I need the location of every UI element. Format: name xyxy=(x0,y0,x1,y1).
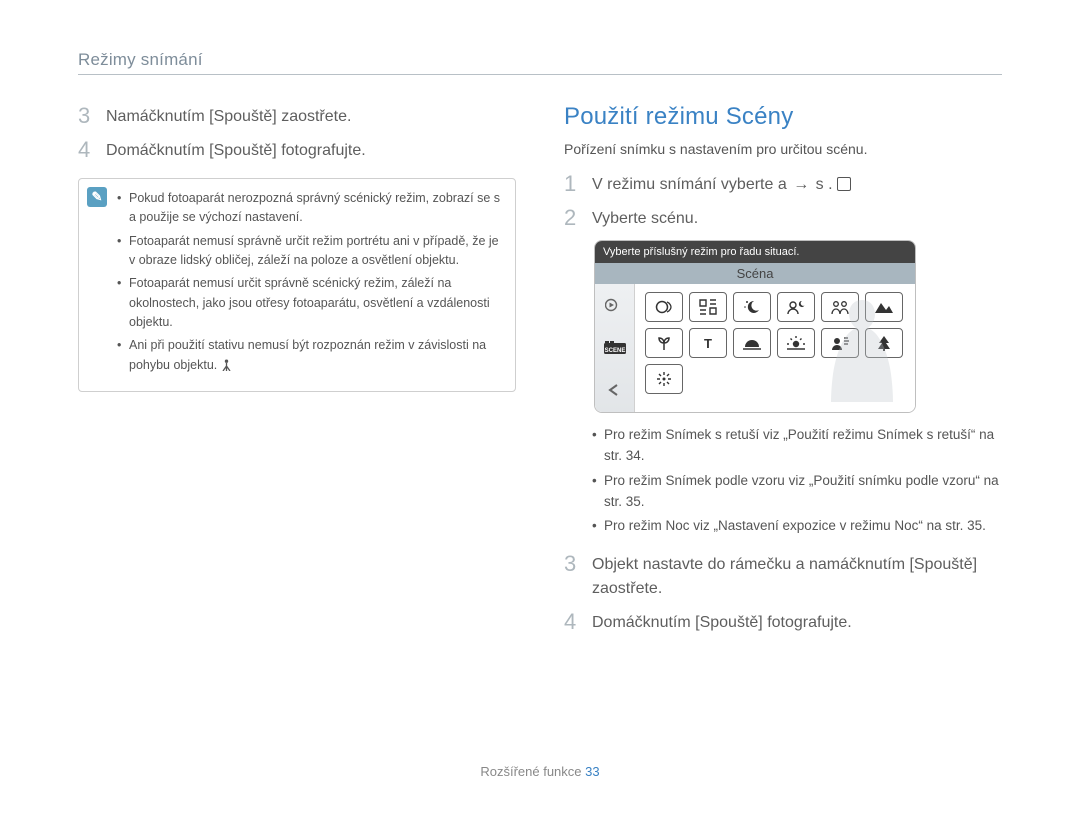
step-2-right: 2 Vyberte scénu. xyxy=(564,205,1002,231)
camera-play-icon[interactable] xyxy=(602,294,628,316)
step-text: Vyberte scénu. xyxy=(592,205,1002,231)
scene-text-icon[interactable]: T xyxy=(689,328,727,358)
svg-text:T: T xyxy=(704,336,712,351)
step-number: 1 xyxy=(564,171,582,197)
camera-scene-mode-icon[interactable]: SCENE xyxy=(602,337,628,359)
step-text: V režimu snímání vyberte a → s . xyxy=(592,171,1002,197)
step-text: Domáčknutím [Spouště] fotografujte. xyxy=(592,609,1002,635)
scene-night-portrait-icon[interactable] xyxy=(777,292,815,322)
camera-icon-grid: T xyxy=(635,284,915,412)
step-number: 3 xyxy=(78,103,96,129)
step-text: Domáčknutím [Spouště] fotografujte. xyxy=(106,137,516,163)
note-item: Ani při použití stativu nemusí být rozpo… xyxy=(119,336,503,377)
left-column: 3 Namáčknutím [Spouště] zaostřete. 4 Dom… xyxy=(78,103,516,644)
camera-tip-bar: Vyberte příslušný režim pro řadu situací… xyxy=(595,241,915,263)
scene-macro-icon[interactable] xyxy=(645,328,683,358)
section-subtitle: Pořízení snímku s nastavením pro určitou… xyxy=(564,141,1002,157)
tip-list: Pro režim Snímek s retuší viz „Použití r… xyxy=(594,425,1002,538)
scene-beauty-icon[interactable] xyxy=(645,292,683,322)
note-item: Fotoaparát nemusí určit správně scénický… xyxy=(119,274,503,332)
scene-dawn-icon[interactable] xyxy=(777,328,815,358)
scene-landscape-icon[interactable] xyxy=(865,292,903,322)
scene-sunset-icon[interactable] xyxy=(733,328,771,358)
scene-night-icon[interactable] xyxy=(733,292,771,322)
page-footer: Rozšířené funkce 33 xyxy=(0,764,1080,779)
footer-label: Rozšířené funkce xyxy=(480,764,581,779)
step-3-right: 3 Objekt nastavte do rámečku a namáčknut… xyxy=(564,551,1002,601)
step-3-left: 3 Namáčknutím [Spouště] zaostřete. xyxy=(78,103,516,129)
right-column: Použití režimu Scény Pořízení snímku s n… xyxy=(564,103,1002,644)
mode-square-icon xyxy=(837,177,851,191)
step-text: Namáčknutím [Spouště] zaostřete. xyxy=(106,103,516,129)
step-number: 4 xyxy=(564,609,582,635)
tip-item: Pro režim Noc viz „Nastavení expozice v … xyxy=(594,516,1002,537)
svg-text:SCENE: SCENE xyxy=(604,348,625,354)
camera-back-icon[interactable] xyxy=(602,379,628,401)
breadcrumb: Režimy snímání xyxy=(78,50,1002,70)
scene-guide-icon[interactable] xyxy=(689,292,727,322)
scene-children-icon[interactable] xyxy=(821,292,859,322)
step-1-right: 1 V režimu snímání vyberte a → s . xyxy=(564,171,1002,197)
footer-page-number: 33 xyxy=(585,764,599,779)
note-item: Fotoaparát nemusí správně určit režim po… xyxy=(119,232,503,271)
scene-fireworks-icon[interactable] xyxy=(645,364,683,394)
step-number: 2 xyxy=(564,205,582,231)
tip-item: Pro režim Snímek podle vzoru viz „Použit… xyxy=(594,471,1002,513)
camera-scene-panel: Vyberte příslušný režim pro řadu situací… xyxy=(594,240,916,413)
header-rule xyxy=(78,74,1002,75)
arrow-right-icon: → xyxy=(791,173,811,197)
note-box: ✎ Pokud fotoaparát nerozpozná správný sc… xyxy=(78,178,516,392)
tip-item: Pro režim Snímek s retuší viz „Použití r… xyxy=(594,425,1002,467)
note-icon: ✎ xyxy=(87,187,107,207)
section-title: Použití režimu Scény xyxy=(564,103,1002,131)
tripod-icon xyxy=(221,358,232,377)
note-item: Pokud fotoaparát nerozpozná správný scén… xyxy=(119,189,503,228)
step-4-right: 4 Domáčknutím [Spouště] fotografujte. xyxy=(564,609,1002,635)
step-number: 3 xyxy=(564,551,582,577)
scene-backlight-icon[interactable] xyxy=(821,328,859,358)
scene-tree-icon[interactable] xyxy=(865,328,903,358)
step-4-left: 4 Domáčknutím [Spouště] fotografujte. xyxy=(78,137,516,163)
camera-sidebar: SCENE xyxy=(595,284,635,412)
step-text: Objekt nastavte do rámečku a namáčknutím… xyxy=(592,551,1002,601)
camera-scene-label: Scéna xyxy=(595,263,915,284)
step-number: 4 xyxy=(78,137,96,163)
